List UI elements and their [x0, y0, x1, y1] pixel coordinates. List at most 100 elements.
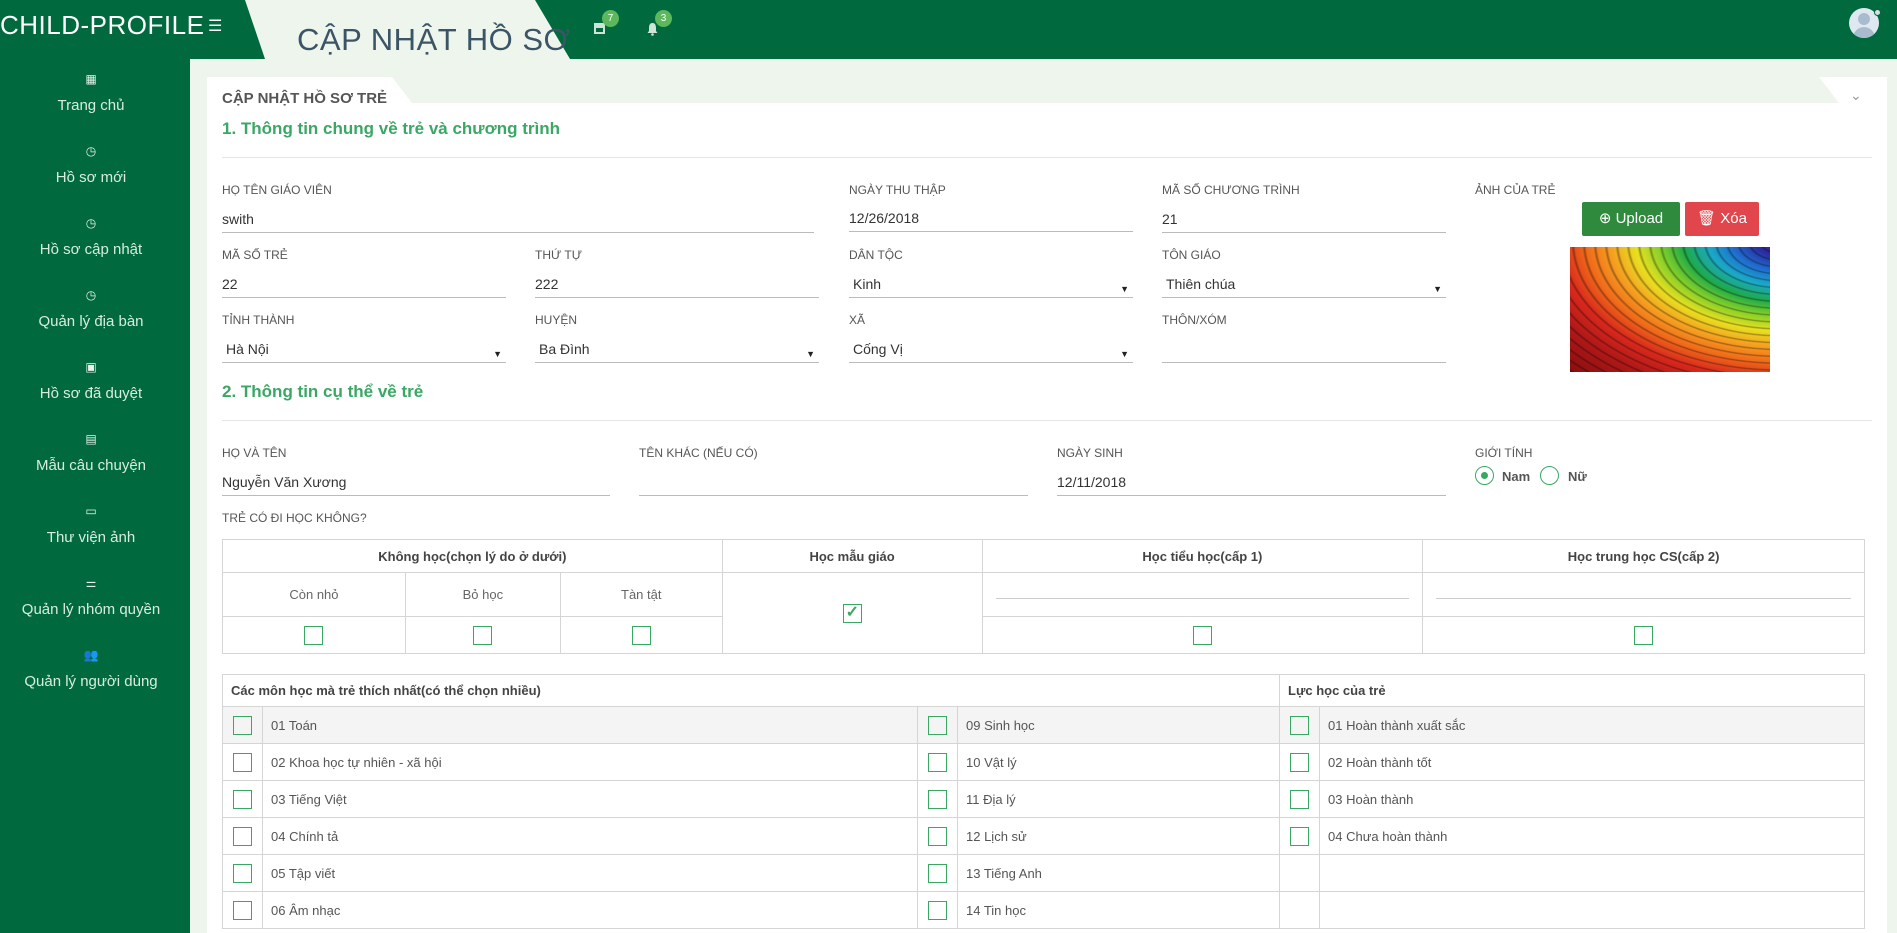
- teacher-field[interactable]: swith: [222, 209, 814, 233]
- header-secondary: Học trung học CS(cấp 2): [1422, 539, 1865, 573]
- performance-checkbox[interactable]: [1290, 715, 1309, 735]
- table-row: 02 Khoa học tự nhiên - xã hội 10 Vật lý …: [222, 743, 1865, 781]
- collapse-chevron-icon[interactable]: ⌄: [1850, 87, 1862, 104]
- upload-button[interactable]: ⊕ Upload: [1582, 202, 1680, 236]
- sidebar-item-approved-profile[interactable]: ▣ Hồ sơ đã duyệt: [0, 359, 182, 402]
- secondary-checkbox[interactable]: [1634, 625, 1654, 645]
- table-row: 01 Toán 09 Sinh học 01 Hoàn thành xuất s…: [222, 706, 1865, 744]
- image-icon: ▭: [85, 504, 97, 518]
- top-bar: CHILD-PROFILE ☰ CẬP NHẬT HỒ SƠ 7 3: [0, 0, 1897, 59]
- subject-checkbox[interactable]: [928, 826, 947, 846]
- subject-checkbox[interactable]: [928, 752, 947, 772]
- save-icon: ▣: [85, 360, 97, 374]
- date-collected-field[interactable]: 12/26/2018: [849, 208, 1133, 232]
- performance-checkbox[interactable]: [1290, 789, 1309, 809]
- secondary-input-cell: [1422, 572, 1865, 617]
- full-name-label: Họ và tên: [222, 446, 287, 460]
- caret-down-icon: ▼: [1120, 284, 1129, 294]
- child-photo-label: Ảnh của trẻ: [1475, 183, 1556, 197]
- subject-label: 03 Tiếng Việt: [262, 780, 918, 818]
- other-name-field[interactable]: [639, 472, 1028, 496]
- subject-checkbox[interactable]: [928, 715, 947, 735]
- subject-label: 02 Khoa học tự nhiên - xã hội: [262, 743, 918, 781]
- performance-label: 01 Hoàn thành xuất sắc: [1319, 706, 1865, 744]
- child-photo: [1570, 247, 1770, 372]
- sidebar-item-label: Mẫu câu chuyện: [35, 457, 147, 474]
- reason-young-checkbox[interactable]: [304, 625, 324, 645]
- table-row: 06 Âm nhạc 14 Tin học: [222, 891, 1865, 929]
- birth-date-field[interactable]: 12/11/2018: [1057, 472, 1446, 496]
- subjects-table: Các môn học mà trẻ thích nhất(có thể chọ…: [222, 674, 1865, 929]
- primary-checkbox[interactable]: [1192, 625, 1212, 645]
- header-not-studying: Không học(chọn lý do ở dưới): [222, 539, 723, 573]
- subject-checkbox[interactable]: [233, 900, 252, 920]
- reason-disabled-checkbox[interactable]: [631, 625, 651, 645]
- menu-toggle-icon[interactable]: ☰: [208, 16, 222, 36]
- program-code-field[interactable]: 21: [1162, 209, 1446, 233]
- sidebar-item-label: Quản lý nhóm quyền: [21, 601, 161, 618]
- commune-label: Xã: [849, 313, 866, 327]
- performance-checkbox[interactable]: [1290, 826, 1309, 846]
- sidebar-item-permission-groups[interactable]: ⚌ Quản lý nhóm quyền: [0, 575, 182, 618]
- province-select[interactable]: Hà Nội ▼: [222, 339, 506, 363]
- full-name-field[interactable]: Nguyễn Văn Xương: [222, 472, 610, 496]
- reason-dropout-checkbox[interactable]: [473, 625, 493, 645]
- sidebar-item-updated-profile[interactable]: ◷ Hồ sơ cập nhật: [0, 215, 182, 258]
- file-icon: ▤: [85, 432, 97, 446]
- subject-label: 10 Vật lý: [957, 743, 1280, 781]
- subject-checkbox[interactable]: [233, 863, 252, 883]
- sidebar-item-users[interactable]: 👥 Quản lý người dùng: [0, 647, 182, 690]
- subject-label: 09 Sinh học: [957, 706, 1280, 744]
- delete-button-label: Xóa: [1720, 210, 1747, 227]
- commune-select[interactable]: Cống Vị ▼: [849, 339, 1133, 363]
- child-code-field[interactable]: 22: [222, 274, 506, 298]
- sidebar-item-label: Trang chủ: [57, 97, 125, 114]
- brand-logo[interactable]: CHILD-PROFILE: [0, 10, 204, 41]
- primary-grade-input[interactable]: [995, 597, 1410, 599]
- page-title: CẬP NHẬT HỒ SƠ: [297, 22, 571, 57]
- primary-input-cell: [981, 572, 1424, 617]
- gender-female-radio[interactable]: [1540, 466, 1559, 485]
- subject-checkbox[interactable]: [233, 826, 252, 846]
- delete-photo-button[interactable]: 🗑 Xóa: [1685, 202, 1759, 236]
- header-kindergarten: Học mẫu giáo: [721, 539, 983, 573]
- caret-down-icon: ▼: [1433, 284, 1442, 294]
- ethnicity-select[interactable]: Kinh ▼: [849, 274, 1133, 298]
- gender-male-label: Nam: [1502, 469, 1531, 484]
- subject-checkbox[interactable]: [233, 789, 252, 809]
- subject-label: 05 Tập viết: [262, 854, 918, 892]
- performance-label: 04 Chưa hoàn thành: [1319, 817, 1865, 855]
- kindergarten-checkbox[interactable]: [842, 602, 862, 623]
- gender-female-label: Nữ: [1568, 469, 1587, 484]
- sidebar-item-label: Quản lý người dùng: [24, 673, 158, 690]
- province-label: Tỉnh thành: [222, 313, 295, 327]
- religion-select[interactable]: Thiên chúa ▼: [1162, 274, 1446, 298]
- sidebar-item-label: Quản lý địa bàn: [38, 313, 144, 330]
- sidebar-item-photo-library[interactable]: ▭ Thư viện ảnh: [0, 503, 182, 546]
- school-question-label: Trẻ có đi học không?: [222, 511, 367, 525]
- performance-checkbox[interactable]: [1290, 752, 1309, 772]
- subject-checkbox[interactable]: [928, 900, 947, 920]
- clock-icon: ◷: [85, 288, 97, 302]
- gender-male-radio[interactable]: [1475, 466, 1494, 485]
- online-status-dot: [1874, 9, 1881, 16]
- messages-badge: 7: [602, 10, 619, 27]
- village-field[interactable]: [1162, 339, 1446, 363]
- sidebar-item-area-management[interactable]: ◷ Quản lý địa bàn: [0, 287, 182, 330]
- secondary-grade-input[interactable]: [1436, 597, 1851, 599]
- subject-checkbox[interactable]: [928, 789, 947, 809]
- district-select[interactable]: Ba Đình ▼: [535, 339, 819, 363]
- subject-checkbox[interactable]: [928, 863, 947, 883]
- header-primary: Học tiểu học(cấp 1): [981, 539, 1424, 573]
- subject-label: 14 Tin học: [957, 891, 1280, 929]
- sidebar-item-new-profile[interactable]: ◷ Hồ sơ mới: [0, 143, 182, 186]
- upload-button-label: Upload: [1615, 210, 1664, 227]
- sidebar-item-home[interactable]: ▦ Trang chủ: [0, 71, 182, 114]
- sidebar-item-story-templates[interactable]: ▤ Mẫu câu chuyện: [0, 431, 182, 474]
- subject-checkbox[interactable]: [233, 715, 252, 735]
- order-field[interactable]: 222: [535, 274, 819, 298]
- subject-label: 12 Lịch sử: [957, 817, 1280, 855]
- subject-checkbox[interactable]: [233, 752, 252, 772]
- content-area: CẬP NHẬT HỒ SƠ TRẺ ⌄ 1. Thông tin chung …: [190, 59, 1897, 933]
- caret-down-icon: ▼: [1120, 349, 1129, 359]
